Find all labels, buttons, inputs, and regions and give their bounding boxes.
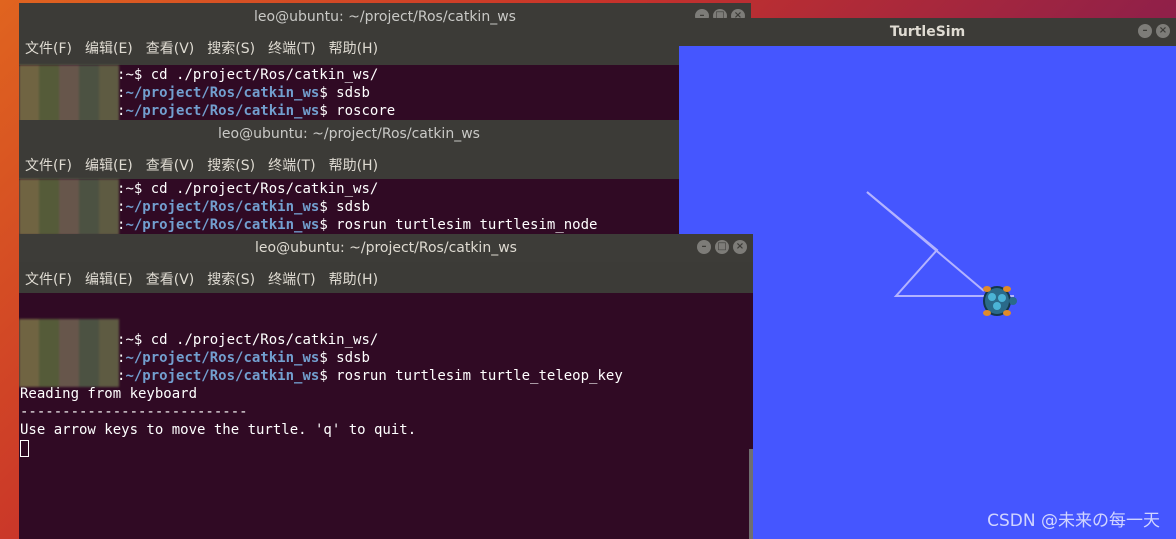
window-title: leo@ubuntu: ~/project/Ros/catkin_ws <box>218 126 480 142</box>
terminal-window-roscore[interactable]: leo@ubuntu: ~/project/Ros/catkin_ws – □ … <box>19 3 751 133</box>
menu-help[interactable]: 帮助(H) <box>329 155 378 175</box>
terminal-line: :~$ cd ./project/Ros/catkin_ws/ <box>117 67 379 83</box>
turtle-trail <box>866 191 1017 316</box>
menu-view[interactable]: 查看(V) <box>146 38 195 58</box>
terminal-window-turtlesim-node[interactable]: leo@ubuntu: ~/project/Ros/catkin_ws 文件(F… <box>19 120 679 235</box>
window-title: TurtleSim <box>889 24 966 40</box>
terminal-window-teleop[interactable]: leo@ubuntu: ~/project/Ros/catkin_ws – □ … <box>19 234 753 539</box>
terminal-scrollbar[interactable] <box>749 449 753 539</box>
turtlesim-title-bar[interactable]: TurtleSim – × <box>679 18 1176 46</box>
menu-file[interactable]: 文件(F) <box>25 155 72 175</box>
close-button[interactable]: × <box>733 240 747 254</box>
maximize-button[interactable]: □ <box>715 240 729 254</box>
terminal-line: :~/project/Ros/catkin_ws$ sdsb <box>117 199 370 215</box>
terminal-output-line: Reading from keyboard <box>20 386 198 402</box>
menu-help[interactable]: 帮助(H) <box>329 269 378 289</box>
terminal-cursor <box>20 439 29 457</box>
menu-view[interactable]: 查看(V) <box>146 269 195 289</box>
window-title: leo@ubuntu: ~/project/Ros/catkin_ws <box>255 240 517 256</box>
terminal-line: :~$ cd ./project/Ros/catkin_ws/ <box>117 332 379 348</box>
terminal-output[interactable]: :~$ cd ./project/Ros/catkin_ws/ :~/proje… <box>19 293 753 539</box>
turtlesim-canvas <box>679 46 1176 539</box>
menu-help[interactable]: 帮助(H) <box>329 38 378 58</box>
terminal-title-bar[interactable]: leo@ubuntu: ~/project/Ros/catkin_ws – □ … <box>19 234 753 262</box>
redacted-username <box>19 179 119 235</box>
terminal-output[interactable]: :~$ cd ./project/Ros/catkin_ws/ :~/proje… <box>19 179 679 235</box>
terminal-line: :~/project/Ros/catkin_ws$ rosrun turtles… <box>117 217 598 233</box>
minimize-button[interactable]: – <box>1138 24 1152 38</box>
terminal-title-bar[interactable]: leo@ubuntu: ~/project/Ros/catkin_ws – □ … <box>19 3 751 31</box>
menu-bar: 文件(F) 编辑(E) 查看(V) 搜索(S) 终端(T) 帮助(H) <box>19 148 679 182</box>
terminal-line: :~/project/Ros/catkin_ws$ roscore <box>117 103 396 119</box>
trail-path-diagonal <box>866 191 985 292</box>
menu-bar: 文件(F) 编辑(E) 查看(V) 搜索(S) 终端(T) 帮助(H) <box>19 262 753 296</box>
redacted-username <box>19 319 119 387</box>
menu-search[interactable]: 搜索(S) <box>207 269 255 289</box>
terminal-line: :~/project/Ros/catkin_ws$ rosrun turtles… <box>117 368 623 384</box>
menu-file[interactable]: 文件(F) <box>25 269 72 289</box>
trail-path-upper <box>866 191 1014 297</box>
menu-edit[interactable]: 编辑(E) <box>85 269 133 289</box>
redacted-username <box>19 65 119 125</box>
menu-terminal[interactable]: 终端(T) <box>268 155 315 175</box>
turtle-icon <box>983 286 1017 316</box>
menu-edit[interactable]: 编辑(E) <box>85 38 133 58</box>
menu-file[interactable]: 文件(F) <box>25 38 72 58</box>
terminal-line: :~/project/Ros/catkin_ws$ sdsb <box>117 350 370 366</box>
menu-bar: 文件(F) 编辑(E) 查看(V) 搜索(S) 终端(T) 帮助(H) <box>19 31 751 65</box>
close-button[interactable]: × <box>1156 24 1170 38</box>
terminal-output-line: --------------------------- <box>20 404 248 420</box>
menu-view[interactable]: 查看(V) <box>146 155 195 175</box>
menu-search[interactable]: 搜索(S) <box>207 155 255 175</box>
menu-edit[interactable]: 编辑(E) <box>85 155 133 175</box>
menu-terminal[interactable]: 终端(T) <box>268 38 315 58</box>
menu-search[interactable]: 搜索(S) <box>207 38 255 58</box>
terminal-output-line: Use arrow keys to move the turtle. 'q' t… <box>20 422 417 438</box>
minimize-button[interactable]: – <box>697 240 711 254</box>
terminal-title-bar[interactable]: leo@ubuntu: ~/project/Ros/catkin_ws <box>19 120 679 148</box>
watermark: CSDN @未来の每一天 <box>987 511 1160 531</box>
terminal-line: :~$ cd ./project/Ros/catkin_ws/ <box>117 181 379 197</box>
terminal-line: :~/project/Ros/catkin_ws$ sdsb <box>117 85 370 101</box>
menu-terminal[interactable]: 终端(T) <box>268 269 315 289</box>
turtlesim-window[interactable]: TurtleSim – × <box>679 18 1176 539</box>
window-title: leo@ubuntu: ~/project/Ros/catkin_ws <box>254 9 516 25</box>
